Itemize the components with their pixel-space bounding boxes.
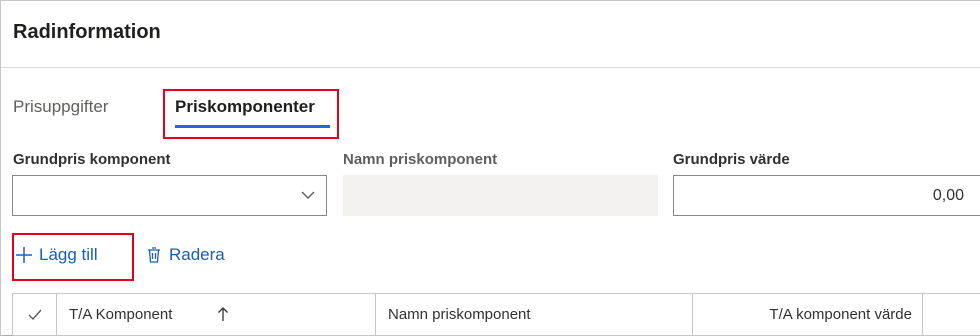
- panel-header: Radinformation: [1, 1, 980, 68]
- sort-ascending-icon: [218, 307, 228, 321]
- base-component-dropdown[interactable]: [12, 175, 327, 216]
- base-value-label: Grundpris värde: [673, 151, 790, 168]
- trash-icon: [148, 247, 160, 263]
- column-header-component-value[interactable]: T/A komponent värde: [693, 294, 923, 335]
- delete-button[interactable]: Radera: [145, 243, 225, 267]
- highlight-box-add: [12, 233, 134, 281]
- grid-header: T/A Komponent Namn priskomponent T/A kom…: [12, 293, 980, 336]
- base-component-label: Grundpris komponent: [13, 151, 171, 168]
- column-header-ta-component[interactable]: T/A Komponent: [57, 294, 376, 335]
- column-label-component-name: Namn priskomponent: [388, 306, 531, 323]
- select-all-column[interactable]: [13, 294, 57, 335]
- tab-prisuppgifter[interactable]: Prisuppgifter: [13, 97, 108, 117]
- base-value-input[interactable]: 0,00: [673, 175, 980, 216]
- checkmark-icon: [28, 309, 42, 321]
- column-label-ta-component: T/A Komponent: [69, 306, 173, 323]
- component-name-label: Namn priskomponent: [343, 151, 498, 168]
- line-info-panel: Radinformation Prisuppgifter Priskompone…: [0, 0, 980, 336]
- column-header-component-name[interactable]: Namn priskomponent: [376, 294, 693, 335]
- chevron-down-icon: [301, 191, 315, 199]
- column-label-component-value: T/A komponent värde: [769, 306, 912, 323]
- highlight-box-tab: [163, 89, 339, 139]
- delete-button-label: Radera: [169, 245, 225, 264]
- panel-title: Radinformation: [13, 21, 161, 43]
- component-name-field: [343, 175, 658, 216]
